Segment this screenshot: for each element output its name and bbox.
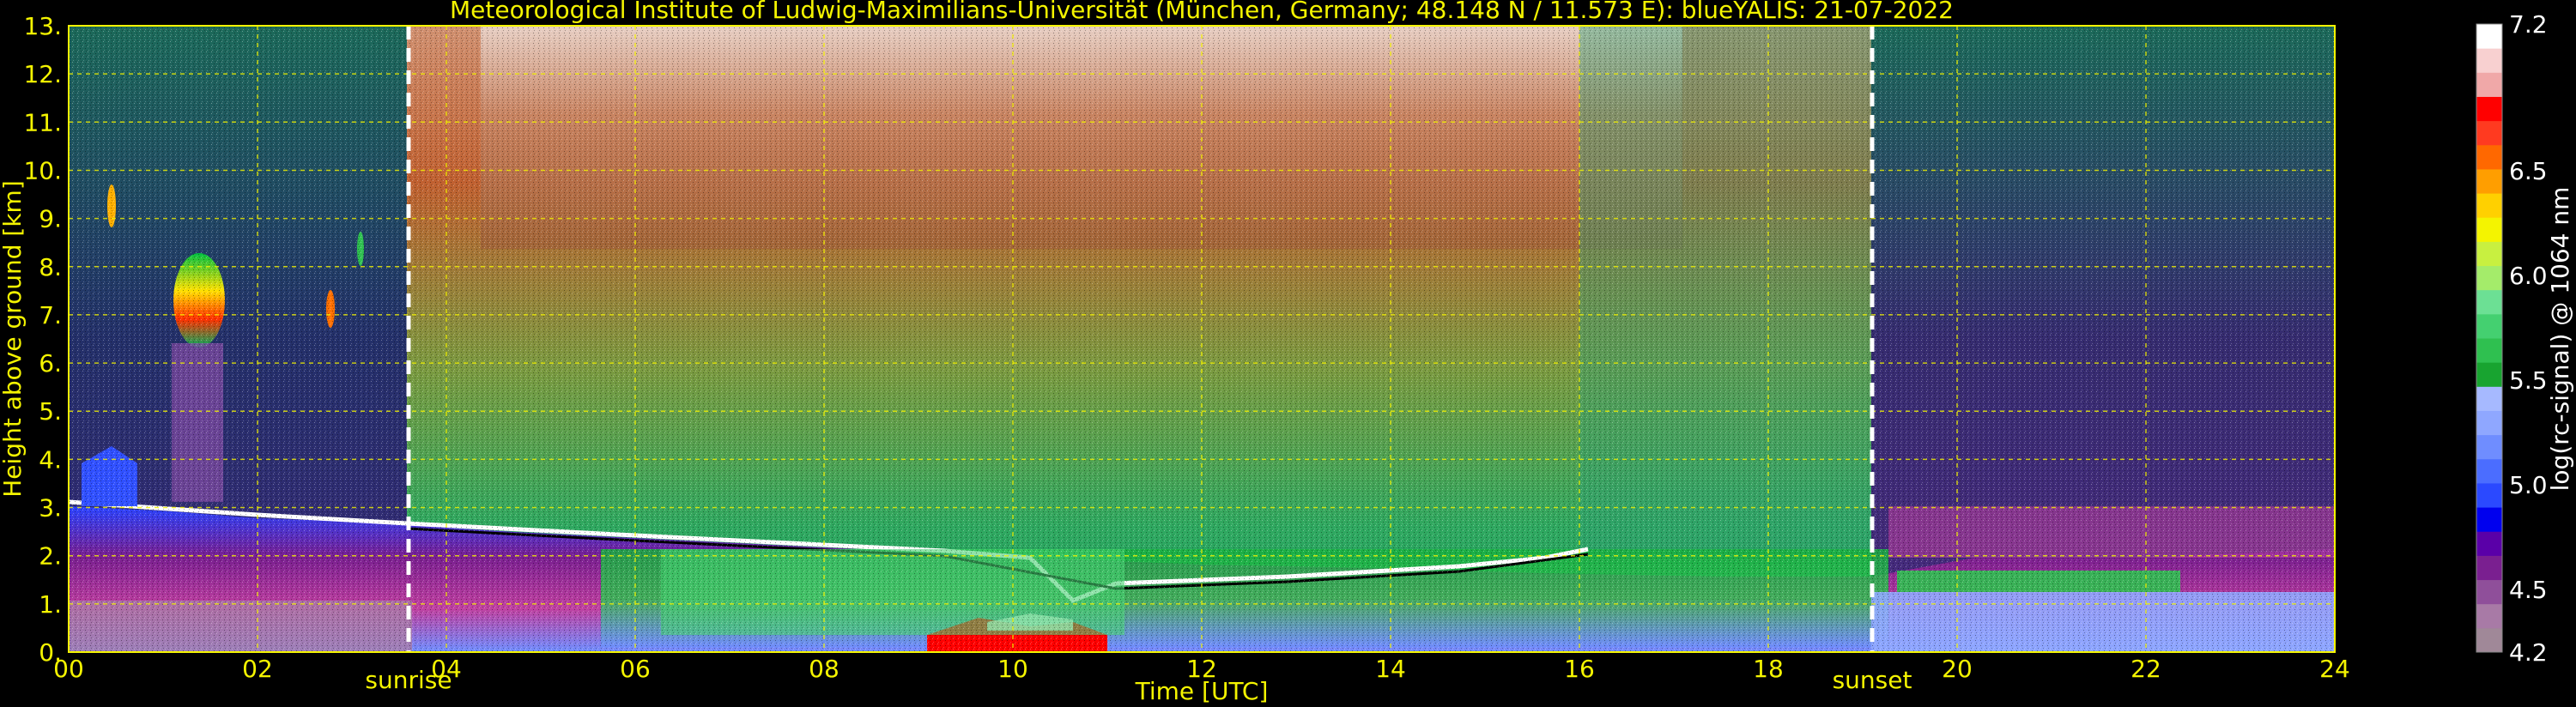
y-tick-label: 0. [39, 638, 62, 667]
y-tick-label: 13. [23, 12, 62, 40]
y-tick-label: 1. [39, 590, 62, 619]
colorbar-segment [2476, 627, 2502, 653]
colorbar-segment [2476, 434, 2502, 460]
colorbar-segment [2476, 120, 2502, 146]
colorbar-segment [2476, 96, 2502, 122]
colorbar-segment [2476, 531, 2502, 556]
y-tick-label: 7. [39, 301, 62, 329]
colorbar-segment [2476, 386, 2502, 411]
y-tick-label: 4. [39, 445, 62, 474]
colorbar-segment [2476, 24, 2502, 49]
colorbar-segment [2476, 482, 2502, 508]
colorbar-segment [2476, 241, 2502, 267]
y-tick-label: 11. [23, 108, 62, 136]
colorbar-segment [2476, 362, 2502, 387]
y-tick-label: 5. [39, 397, 62, 426]
colorbar-segment [2476, 313, 2502, 339]
colorbar [2476, 23, 2503, 653]
colorbar-label: log(rc-signal) @ 1064 nm [2546, 187, 2574, 492]
y-tick-label: 8. [39, 253, 62, 281]
colorbar-segment [2476, 144, 2502, 170]
x-tick-label: 22 [2131, 655, 2161, 683]
x-tick-label: 10 [997, 655, 1028, 683]
x-tick-label: 06 [620, 655, 651, 683]
colorbar-segment [2476, 410, 2502, 436]
colorbar-segment [2476, 168, 2502, 194]
colorbar-tick-label: 5.5 [2509, 366, 2548, 395]
colorbar-segment [2476, 217, 2502, 242]
colorbar-tick-label: 5.0 [2509, 471, 2548, 499]
y-tick-label: 3. [39, 494, 62, 523]
sunset-label: sunset [1833, 666, 1912, 694]
colorbar-segment [2476, 603, 2502, 629]
x-tick-label: 20 [1942, 655, 1973, 683]
x-tick-label: 16 [1564, 655, 1595, 683]
colorbar-segment [2476, 507, 2502, 532]
x-axis-label: Time [UTC] [1135, 677, 1269, 705]
colorbar-tick-label: 6.5 [2509, 157, 2548, 185]
colorbar-segment [2476, 193, 2502, 218]
colorbar-tick-label: 4.5 [2509, 576, 2548, 604]
x-tick-label: 24 [2319, 655, 2350, 683]
y-tick-label: 9. [39, 205, 62, 233]
sunrise-label: sunrise [365, 666, 452, 694]
y-axis-label: Height above ground [km] [0, 180, 27, 498]
colorbar-segment [2476, 338, 2502, 363]
x-tick-label: 08 [809, 655, 839, 683]
y-ticks: 0. 1. 2. 3. 4. 5. 6. 7. 8. 9. 10. 11. 12. 13. [23, 12, 62, 667]
chart-title: Meteorological Institute of Ludwig-Maxim… [450, 0, 1954, 24]
y-tick-label: 2. [39, 542, 62, 571]
lidar-figure: Meteorological Institute of Ludwig-Maxim… [0, 0, 2574, 705]
y-tick-label: 10. [23, 156, 62, 184]
colorbar-segment [2476, 72, 2502, 97]
x-tick-label: 02 [242, 655, 273, 683]
colorbar-segment [2476, 265, 2502, 291]
y-tick-label: 6. [39, 349, 62, 378]
colorbar-segment [2476, 289, 2502, 315]
colorbar-segment [2476, 458, 2502, 484]
x-tick-label: 14 [1375, 655, 1406, 683]
colorbar-segment [2476, 48, 2502, 73]
colorbar-ticks: 4.2 4.5 5.0 5.5 6.0 6.5 7.2 [2509, 10, 2548, 667]
colorbar-segment [2476, 555, 2502, 581]
x-tick-label: 18 [1753, 655, 1784, 683]
colorbar-segment [2476, 579, 2502, 605]
y-tick-label: 12. [23, 60, 62, 88]
colorbar-tick-label: 4.2 [2509, 638, 2548, 667]
plot-area [69, 26, 2335, 652]
colorbar-tick-label: 6.0 [2509, 262, 2548, 290]
colorbar-tick-label: 7.2 [2509, 10, 2548, 39]
